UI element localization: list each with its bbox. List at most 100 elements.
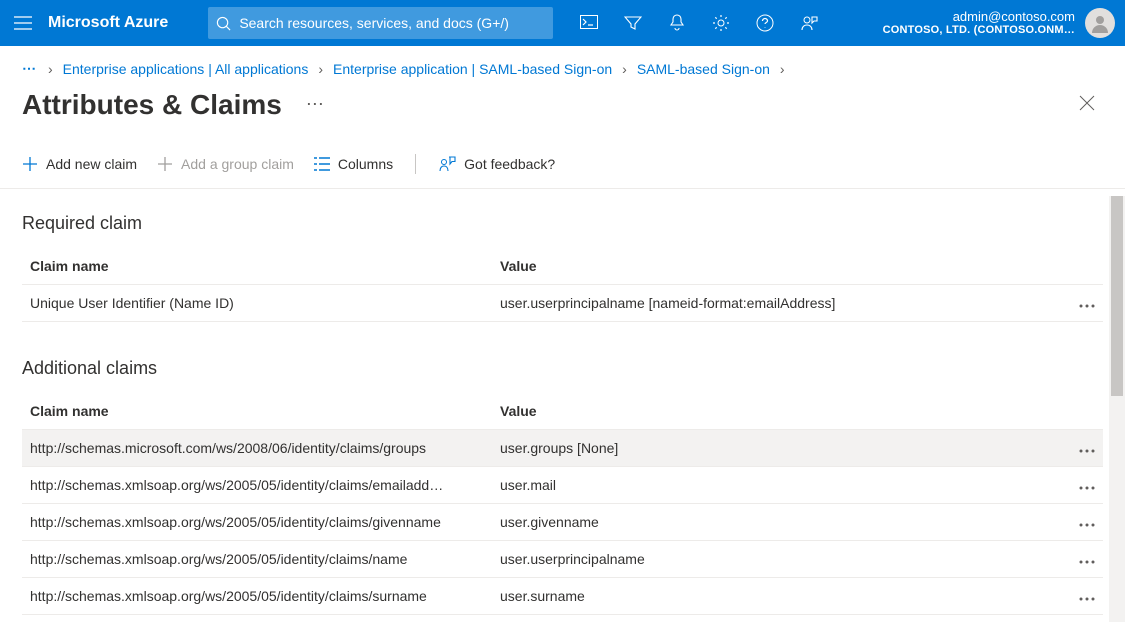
help-icon xyxy=(756,14,774,32)
hamburger-menu-button[interactable] xyxy=(0,0,46,46)
claim-name-cell: http://schemas.xmlsoap.org/ws/2005/05/id… xyxy=(22,578,492,615)
toolbar: Add new claim Add a group claim Columns … xyxy=(0,132,1125,189)
claim-value-cell: user.mail xyxy=(492,467,1053,504)
more-icon xyxy=(1079,560,1095,564)
feedback-header-button[interactable] xyxy=(787,0,831,46)
claim-name-cell: http://schemas.microsoft.com/ws/2008/06/… xyxy=(22,430,492,467)
more-icon xyxy=(1079,597,1095,601)
more-icon xyxy=(1079,523,1095,527)
avatar xyxy=(1085,8,1115,38)
table-header-row: Claim name Value xyxy=(22,248,1103,285)
column-header-value[interactable]: Value xyxy=(492,393,1053,430)
column-header-value[interactable]: Value xyxy=(492,248,1053,285)
cloud-shell-icon xyxy=(580,15,598,31)
breadcrumb: ⋯ › Enterprise applications | All applic… xyxy=(0,46,1125,83)
add-new-claim-label: Add new claim xyxy=(46,156,137,172)
more-icon xyxy=(1079,304,1095,308)
title-row: Attributes & Claims ⋯ xyxy=(0,83,1125,132)
breadcrumb-link-2[interactable]: SAML-based Sign-on xyxy=(637,61,770,77)
table-row[interactable]: http://schemas.xmlsoap.org/ws/2005/05/id… xyxy=(22,467,1103,504)
column-header-actions xyxy=(1053,393,1103,430)
row-more-button[interactable] xyxy=(1079,477,1095,493)
search-input[interactable]: Search resources, services, and docs (G+… xyxy=(208,7,553,39)
search-placeholder: Search resources, services, and docs (G+… xyxy=(239,15,509,31)
gear-icon xyxy=(712,14,730,32)
columns-button[interactable]: Columns xyxy=(314,156,393,172)
add-group-claim-button[interactable]: Add a group claim xyxy=(157,156,294,172)
close-button[interactable] xyxy=(1071,87,1103,122)
more-icon xyxy=(1079,486,1095,490)
chevron-right-icon: › xyxy=(48,61,53,77)
chevron-right-icon: › xyxy=(622,61,627,77)
row-actions-cell xyxy=(1053,467,1103,504)
required-claim-heading: Required claim xyxy=(22,213,1103,234)
account-email: admin@contoso.com xyxy=(883,9,1075,25)
row-more-button[interactable] xyxy=(1079,588,1095,604)
header-icon-group xyxy=(567,0,831,46)
columns-label: Columns xyxy=(338,156,393,172)
claim-name-cell: Unique User Identifier (Name ID) xyxy=(22,285,492,322)
claim-value-cell: user.userprincipalname [nameid-format:em… xyxy=(492,285,1053,322)
help-button[interactable] xyxy=(743,0,787,46)
plus-icon xyxy=(157,156,173,172)
brand-label: Microsoft Azure xyxy=(46,14,186,32)
chevron-right-icon: › xyxy=(318,61,323,77)
row-more-button[interactable] xyxy=(1079,514,1095,530)
column-header-actions xyxy=(1053,248,1103,285)
claim-value-cell: user.groups [None] xyxy=(492,430,1053,467)
feedback-button[interactable]: Got feedback? xyxy=(438,155,555,173)
add-group-claim-label: Add a group claim xyxy=(181,156,294,172)
content-area: Required claim Claim name Value Unique U… xyxy=(0,189,1125,615)
row-more-button[interactable] xyxy=(1079,551,1095,567)
table-row[interactable]: http://schemas.xmlsoap.org/ws/2005/05/id… xyxy=(22,578,1103,615)
claim-name-cell: http://schemas.xmlsoap.org/ws/2005/05/id… xyxy=(22,541,492,578)
person-feedback-icon xyxy=(800,14,818,32)
cloud-shell-button[interactable] xyxy=(567,0,611,46)
account-text: admin@contoso.com CONTOSO, LTD. (CONTOSO… xyxy=(883,9,1075,38)
required-claims-table: Claim name Value Unique User Identifier … xyxy=(22,248,1103,322)
close-icon xyxy=(1079,95,1095,111)
claim-value-cell: user.givenname xyxy=(492,504,1053,541)
row-more-button[interactable] xyxy=(1079,440,1095,456)
table-header-row: Claim name Value xyxy=(22,393,1103,430)
breadcrumb-more[interactable]: ⋯ xyxy=(22,60,38,77)
filter-icon xyxy=(624,15,642,31)
search-container: Search resources, services, and docs (G+… xyxy=(208,7,553,39)
more-icon xyxy=(1079,449,1095,453)
chevron-right-icon: › xyxy=(780,61,785,77)
toolbar-separator xyxy=(415,154,416,174)
column-header-name[interactable]: Claim name xyxy=(22,393,492,430)
directories-button[interactable] xyxy=(611,0,655,46)
settings-button[interactable] xyxy=(699,0,743,46)
azure-header: Microsoft Azure Search resources, servic… xyxy=(0,0,1125,46)
table-row[interactable]: http://schemas.xmlsoap.org/ws/2005/05/id… xyxy=(22,541,1103,578)
columns-icon xyxy=(314,157,330,171)
plus-icon xyxy=(22,156,38,172)
claim-name-cell: http://schemas.xmlsoap.org/ws/2005/05/id… xyxy=(22,504,492,541)
account-tenant: CONTOSO, LTD. (CONTOSO.ONM… xyxy=(883,24,1075,37)
table-row[interactable]: http://schemas.microsoft.com/ws/2008/06/… xyxy=(22,430,1103,467)
add-new-claim-button[interactable]: Add new claim xyxy=(22,156,137,172)
search-icon xyxy=(216,16,231,31)
person-feedback-icon xyxy=(438,155,456,173)
scrollbar[interactable] xyxy=(1109,196,1125,622)
row-actions-cell xyxy=(1053,285,1103,322)
account-block[interactable]: admin@contoso.com CONTOSO, LTD. (CONTOSO… xyxy=(883,0,1125,46)
title-more-button[interactable]: ⋯ xyxy=(306,94,326,115)
row-more-button[interactable] xyxy=(1079,295,1095,311)
table-row[interactable]: Unique User Identifier (Name ID)user.use… xyxy=(22,285,1103,322)
column-header-name[interactable]: Claim name xyxy=(22,248,492,285)
breadcrumb-link-1[interactable]: Enterprise application | SAML-based Sign… xyxy=(333,61,612,77)
additional-claims-table: Claim name Value http://schemas.microsof… xyxy=(22,393,1103,615)
claim-name-cell: http://schemas.xmlsoap.org/ws/2005/05/id… xyxy=(22,467,492,504)
claim-value-cell: user.surname xyxy=(492,578,1053,615)
page-title: Attributes & Claims xyxy=(22,89,282,121)
row-actions-cell xyxy=(1053,578,1103,615)
claim-value-cell: user.userprincipalname xyxy=(492,541,1053,578)
additional-claims-heading: Additional claims xyxy=(22,358,1103,379)
table-row[interactable]: http://schemas.xmlsoap.org/ws/2005/05/id… xyxy=(22,504,1103,541)
breadcrumb-link-0[interactable]: Enterprise applications | All applicatio… xyxy=(63,61,309,77)
avatar-icon xyxy=(1090,13,1110,33)
notifications-button[interactable] xyxy=(655,0,699,46)
hamburger-icon xyxy=(14,16,32,30)
